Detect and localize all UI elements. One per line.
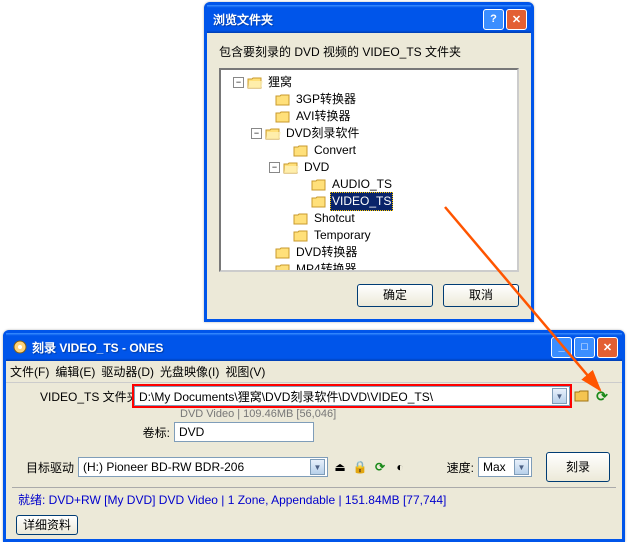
burn-button[interactable]: 刻录 — [546, 452, 610, 482]
folder-icon — [275, 246, 291, 260]
instruction-text: 包含要刻录的 DVD 视频的 VIDEO_TS 文件夹 — [219, 43, 519, 60]
browse-folder-icon[interactable] — [574, 388, 590, 404]
menu-bar[interactable]: 文件(F) 编辑(E) 驱动器(D) 光盘映像(I) 视图(V) — [6, 361, 622, 383]
tree-item[interactable]: MP4转换器 — [294, 261, 359, 272]
tree-item[interactable]: DVD转换器 — [294, 244, 359, 261]
dvd-info: DVD Video | 109.46MB [56,046] — [12, 407, 616, 421]
speed-combo[interactable]: Max ▼ — [478, 457, 532, 477]
drive-combo[interactable]: (H:) Pioneer BD-RW BDR-206 ▼ — [78, 457, 328, 477]
folder-open-icon — [283, 161, 299, 175]
folder-icon — [311, 195, 327, 209]
menu-edit[interactable]: 编辑(E) — [55, 363, 95, 380]
tree-item[interactable]: 3GP转换器 — [294, 91, 358, 108]
help-button[interactable]: ? — [483, 9, 504, 30]
path-combo[interactable]: D:\My Documents\狸窝\DVD刻录软件\DVD\VIDEO_TS\… — [134, 386, 570, 406]
collapse-icon[interactable]: − — [269, 162, 280, 173]
volume-input[interactable]: DVD — [174, 422, 314, 442]
burn-title: 刻录 VIDEO_TS - ONES — [32, 339, 549, 356]
tree-item[interactable]: DVD — [302, 159, 331, 176]
volume-label: 卷标: — [18, 424, 170, 441]
speed-label: 速度: — [447, 459, 474, 476]
close-button[interactable]: ✕ — [506, 9, 527, 30]
folder-icon — [293, 212, 309, 226]
refresh-icon[interactable]: ⟳ — [594, 388, 610, 404]
menu-file[interactable]: 文件(F) — [10, 363, 49, 380]
burn-titlebar[interactable]: 刻录 VIDEO_TS - ONES _ □ ✕ — [6, 333, 622, 361]
maximize-button[interactable]: □ — [574, 337, 595, 358]
browse-folder-dialog: 浏览文件夹 ? ✕ 包含要刻录的 DVD 视频的 VIDEO_TS 文件夹 − … — [204, 2, 534, 322]
folder-icon — [275, 263, 291, 273]
folder-label: VIDEO_TS 文件夹: — [40, 388, 130, 405]
target-label: 目标驱动 — [18, 459, 74, 476]
burn-window: 刻录 VIDEO_TS - ONES _ □ ✕ 文件(F) 编辑(E) 驱动器… — [3, 330, 625, 542]
folder-icon — [275, 93, 291, 107]
status-line: 就绪: DVD+RW [My DVD] DVD Video | 1 Zone, … — [12, 487, 616, 511]
tree-item[interactable]: Shotcut — [312, 210, 357, 227]
tree-root[interactable]: 狸窝 — [266, 74, 294, 91]
speed-value: Max — [483, 460, 514, 474]
drive-value: (H:) Pioneer BD-RW BDR-206 — [83, 460, 310, 474]
app-icon — [12, 339, 28, 355]
dropdown-icon[interactable]: ▼ — [310, 459, 325, 475]
folder-open-icon — [247, 76, 263, 90]
folder-open-icon — [265, 127, 281, 141]
browse-titlebar[interactable]: 浏览文件夹 ? ✕ — [207, 5, 531, 33]
menu-drive[interactable]: 驱动器(D) — [101, 363, 154, 380]
folder-icon — [311, 178, 327, 192]
tree-item[interactable]: Convert — [312, 142, 358, 159]
lock-icon[interactable]: 🔒 — [352, 459, 368, 475]
folder-icon — [293, 229, 309, 243]
erase-icon[interactable]: ◐ — [392, 459, 408, 475]
dropdown-icon[interactable]: ▼ — [514, 459, 529, 475]
collapse-icon[interactable]: − — [251, 128, 262, 139]
browse-title: 浏览文件夹 — [213, 11, 481, 28]
close-button[interactable]: ✕ — [597, 337, 618, 358]
eject-icon[interactable]: ⏏ — [332, 459, 348, 475]
folder-icon — [275, 110, 291, 124]
ok-button[interactable]: 确定 — [357, 284, 433, 307]
dropdown-icon[interactable]: ▼ — [552, 388, 567, 404]
collapse-icon[interactable]: − — [233, 77, 244, 88]
tree-item-selected[interactable]: VIDEO_TS — [330, 192, 393, 211]
menu-view[interactable]: 视图(V) — [225, 363, 265, 380]
refresh-icon[interactable]: ⟳ — [372, 459, 388, 475]
folder-icon — [293, 144, 309, 158]
folder-tree[interactable]: − 狸窝 3GP转换器 AVI转换器 − DVD刻录软件 Convert − DVD… — [219, 68, 519, 272]
menu-image[interactable]: 光盘映像(I) — [160, 363, 219, 380]
path-value: D:\My Documents\狸窝\DVD刻录软件\DVD\VIDEO_TS\ — [139, 388, 552, 405]
tree-item-audio[interactable]: AUDIO_TS — [330, 176, 394, 193]
minimize-button[interactable]: _ — [551, 337, 572, 358]
cancel-button[interactable]: 取消 — [443, 284, 519, 307]
tree-item[interactable]: AVI转换器 — [294, 108, 352, 125]
tree-item[interactable]: Temporary — [312, 227, 373, 244]
tree-item[interactable]: DVD刻录软件 — [284, 125, 361, 142]
detail-button[interactable]: 详细资料 — [16, 515, 78, 535]
